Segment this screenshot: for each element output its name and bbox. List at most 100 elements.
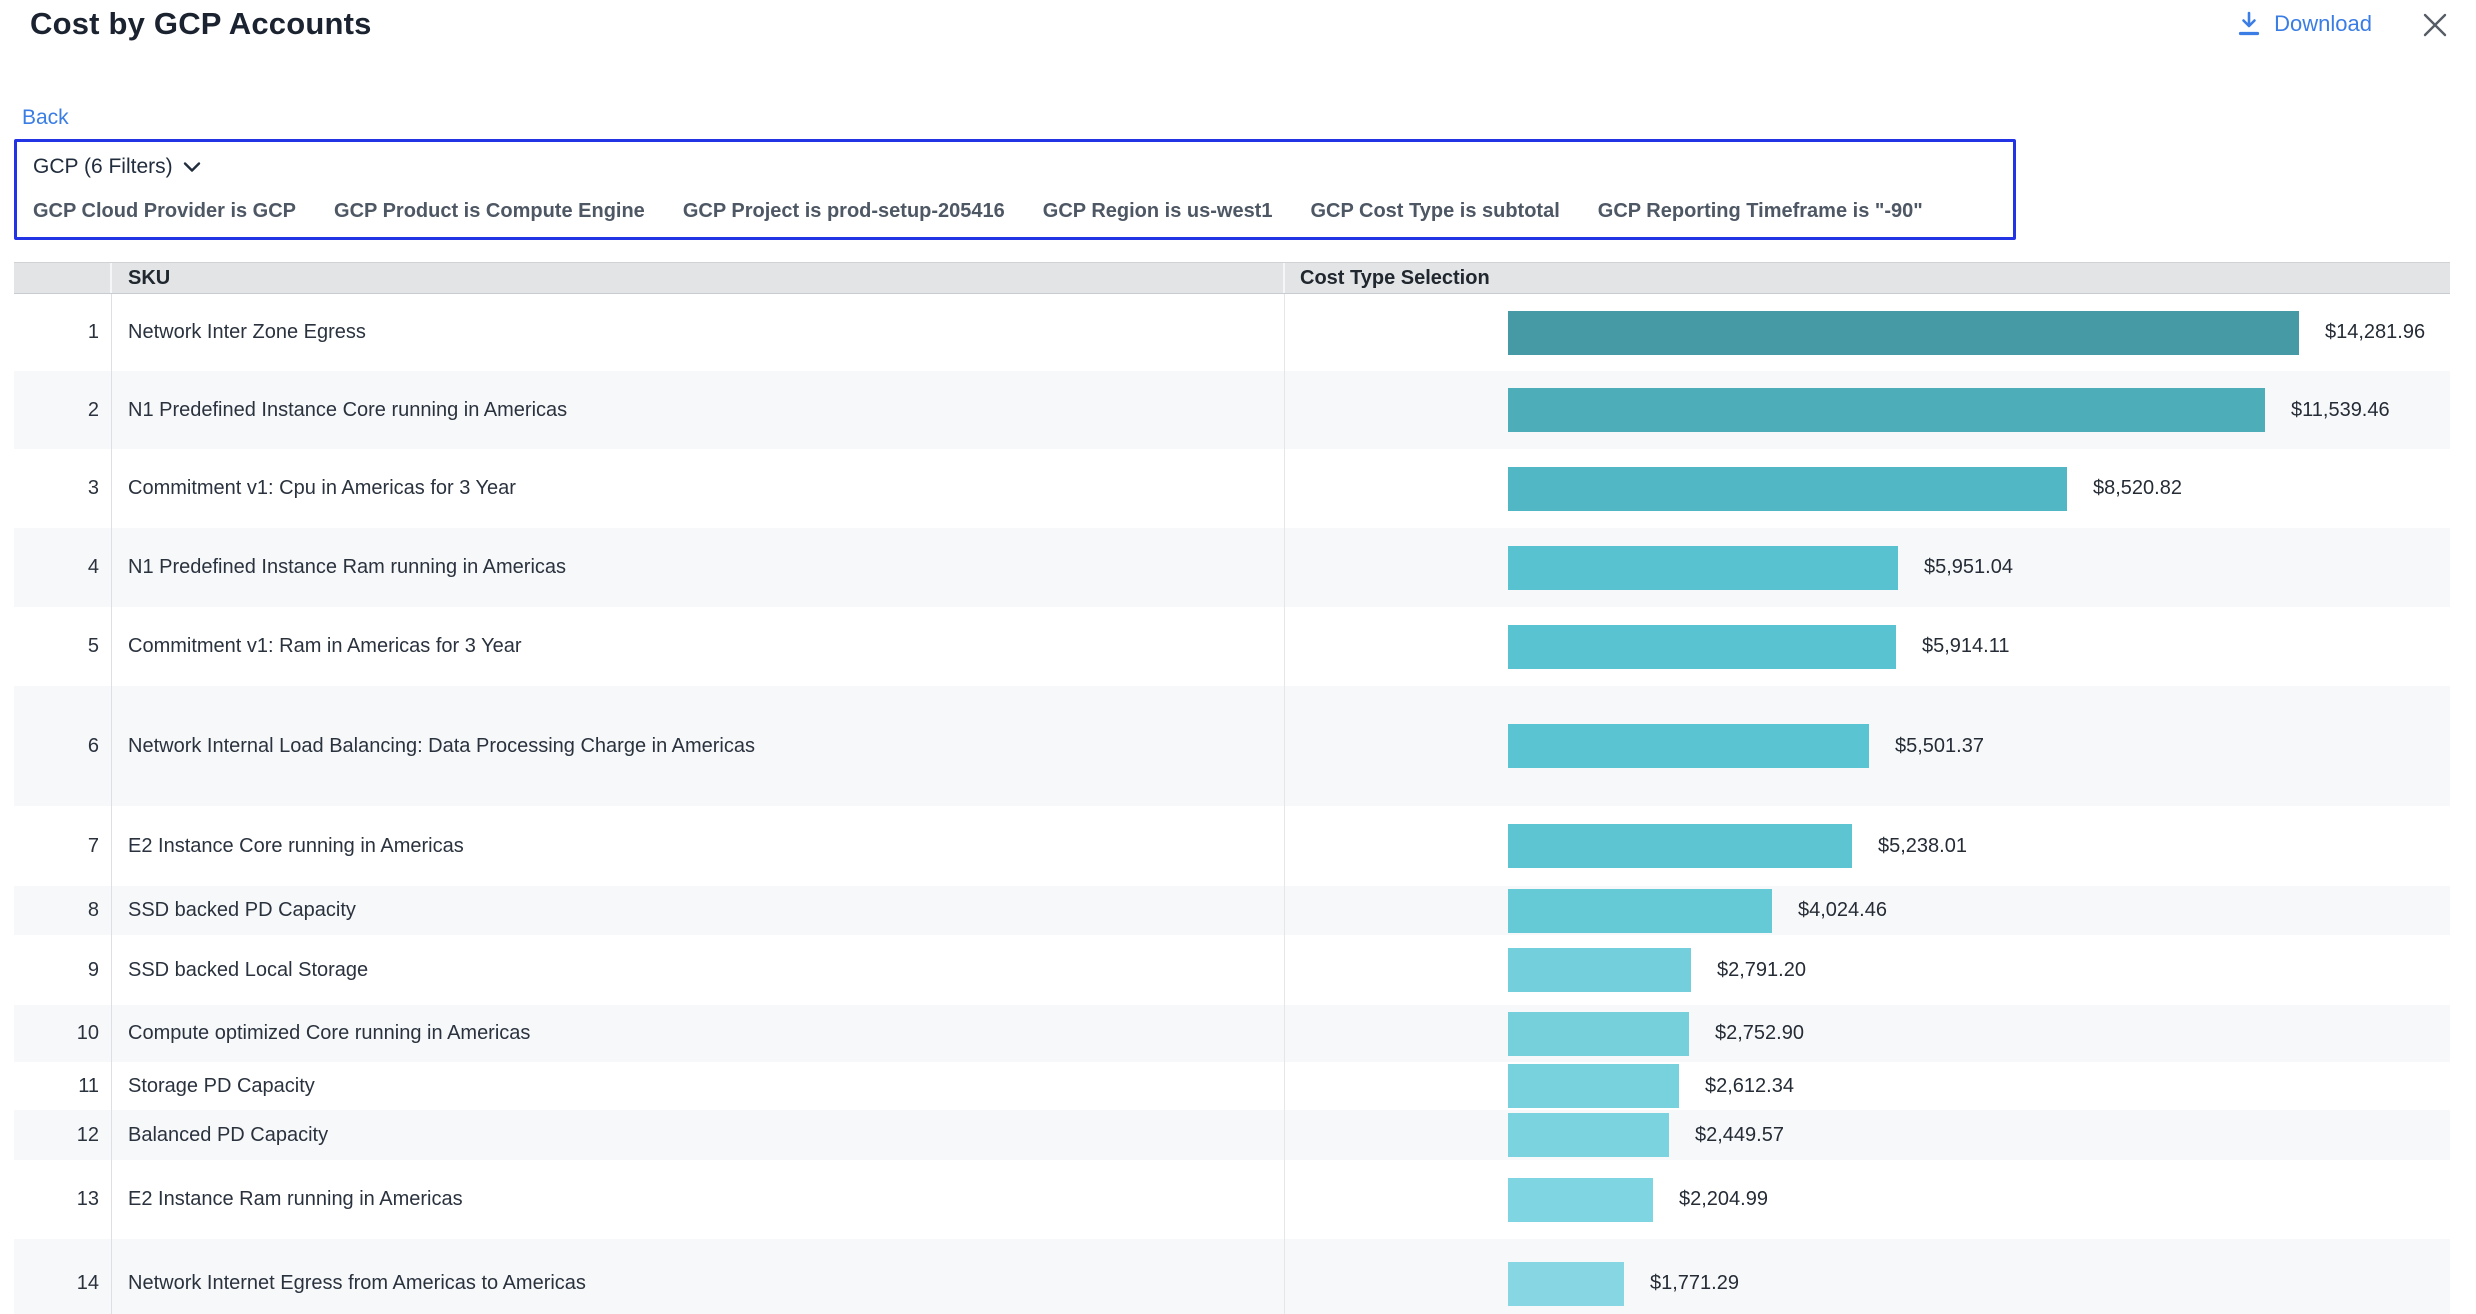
cost-chart-cell: $2,752.90 (1285, 1005, 2450, 1062)
cost-value-label: $2,752.90 (1715, 1022, 1804, 1045)
cost-table: SKU Cost Type Selection 1Network Inter Z… (14, 262, 2450, 1314)
sku-cell: SSD backed PD Capacity (112, 886, 1285, 935)
cost-bar (1508, 724, 1869, 768)
cost-chart-cell: $5,238.01 (1285, 806, 2450, 886)
cost-bar (1508, 889, 1772, 933)
cost-chart-cell: $5,501.37 (1285, 686, 2450, 806)
row-number-column-header (14, 263, 112, 293)
filter-item-5[interactable]: GCP Reporting Timeframe is "-90" (1598, 200, 1923, 223)
row-number: 5 (14, 607, 112, 686)
cost-value-label: $2,791.20 (1717, 959, 1806, 982)
row-number: 14 (14, 1239, 112, 1314)
table-row: 14Network Internet Egress from Americas … (14, 1239, 2450, 1314)
cost-value-label: $8,520.82 (2093, 477, 2182, 500)
filter-item-2[interactable]: GCP Project is prod-setup-205416 (683, 200, 1005, 223)
table-body: 1Network Inter Zone Egress$14,281.962N1 … (14, 294, 2450, 1314)
cost-chart-cell: $2,204.99 (1285, 1160, 2450, 1239)
cost-value-label: $5,238.01 (1878, 835, 1967, 858)
download-icon (2236, 10, 2262, 37)
table-row: 4N1 Predefined Instance Ram running in A… (14, 528, 2450, 607)
filter-item-1[interactable]: GCP Product is Compute Engine (334, 200, 645, 223)
row-number: 13 (14, 1160, 112, 1239)
row-number: 6 (14, 686, 112, 806)
cost-chart-cell: $2,791.20 (1285, 935, 2450, 1005)
sku-cell: Network Inter Zone Egress (112, 294, 1285, 371)
cost-value-label: $5,951.04 (1924, 556, 2013, 579)
cost-bar (1508, 948, 1691, 992)
cost-value-label: $2,204.99 (1679, 1188, 1768, 1211)
download-button[interactable]: Download (2236, 10, 2372, 37)
row-number: 9 (14, 935, 112, 1005)
table-row: 6Network Internal Load Balancing: Data P… (14, 686, 2450, 806)
row-number: 2 (14, 371, 112, 449)
row-number: 7 (14, 806, 112, 886)
sku-cell: E2 Instance Ram running in Americas (112, 1160, 1285, 1239)
table-row: 13E2 Instance Ram running in Americas $2,… (14, 1160, 2450, 1239)
table-header-row: SKU Cost Type Selection (14, 262, 2450, 294)
page-title: Cost by GCP Accounts (30, 6, 372, 42)
cost-chart-cell: $4,024.46 (1285, 886, 2450, 935)
row-number: 12 (14, 1110, 112, 1160)
row-number: 11 (14, 1062, 112, 1110)
sku-cell: Network Internet Egress from Americas to… (112, 1239, 1285, 1314)
cost-bar (1508, 824, 1852, 868)
cost-value-label: $4,024.46 (1798, 899, 1887, 922)
close-icon[interactable] (2420, 10, 2450, 40)
filter-group-toggle[interactable]: GCP (6 Filters) (33, 155, 201, 179)
row-number: 1 (14, 294, 112, 371)
sku-column-header[interactable]: SKU (112, 263, 1285, 293)
cost-chart-cell: $5,951.04 (1285, 528, 2450, 607)
download-label: Download (2274, 11, 2372, 37)
cost-value-label: $2,449.57 (1695, 1124, 1784, 1147)
chevron-down-icon (183, 161, 201, 173)
sku-cell: Commitment v1: Ram in Americas for 3 Yea… (112, 607, 1285, 686)
filter-item-0[interactable]: GCP Cloud Provider is GCP (33, 200, 296, 223)
cost-value-label: $11,539.46 (2291, 399, 2390, 422)
cost-chart-cell: $5,914.11 (1285, 607, 2450, 686)
sku-cell: N1 Predefined Instance Ram running in Am… (112, 528, 1285, 607)
cost-bar (1508, 1113, 1669, 1157)
cost-bar (1508, 625, 1896, 669)
cost-bar (1508, 311, 2299, 355)
cost-chart-cell: $1,771.29 (1285, 1239, 2450, 1314)
table-row: 8SSD backed PD Capacity $4,024.46 (14, 886, 2450, 935)
sku-cell: Balanced PD Capacity (112, 1110, 1285, 1160)
cost-bar (1508, 546, 1898, 590)
cost-bar (1508, 1262, 1624, 1306)
cost-chart-cell: $8,520.82 (1285, 449, 2450, 528)
filter-panel: GCP (6 Filters) GCP Cloud Provider is GC… (14, 139, 2016, 240)
sku-cell: N1 Predefined Instance Core running in A… (112, 371, 1285, 449)
table-row: 3Commitment v1: Cpu in Americas for 3 Ye… (14, 449, 2450, 528)
cost-value-label: $14,281.96 (2325, 321, 2425, 344)
cost-bar (1508, 388, 2265, 432)
table-row: 12Balanced PD Capacity $2,449.57 (14, 1110, 2450, 1160)
sku-cell: Commitment v1: Cpu in Americas for 3 Yea… (112, 449, 1285, 528)
filter-group-label: GCP (6 Filters) (33, 155, 173, 179)
filter-item-list: GCP Cloud Provider is GCP GCP Product is … (33, 200, 1997, 223)
cost-value-label: $5,501.37 (1895, 735, 1984, 758)
row-number: 4 (14, 528, 112, 607)
cost-bar (1508, 467, 2067, 511)
filter-item-4[interactable]: GCP Cost Type is subtotal (1310, 200, 1559, 223)
cost-value-label: $5,914.11 (1922, 635, 2010, 658)
row-number: 8 (14, 886, 112, 935)
sku-cell: E2 Instance Core running in Americas (112, 806, 1285, 886)
table-row: 5Commitment v1: Ram in Americas for 3 Ye… (14, 607, 2450, 686)
cost-chart-cell: $14,281.96 (1285, 294, 2450, 371)
row-number: 3 (14, 449, 112, 528)
table-row: 10Compute optimized Core running in Amer… (14, 1005, 2450, 1062)
cost-value-label: $1,771.29 (1650, 1272, 1739, 1295)
cost-bar (1508, 1012, 1689, 1056)
table-row: 1Network Inter Zone Egress $14,281.96 (14, 294, 2450, 371)
cost-type-selection-column-header[interactable]: Cost Type Selection (1285, 263, 2450, 293)
back-link[interactable]: Back (22, 106, 69, 130)
cost-value-label: $2,612.34 (1705, 1075, 1794, 1098)
cost-chart-cell: $11,539.46 (1285, 371, 2450, 449)
cost-bar (1508, 1178, 1653, 1222)
row-number: 10 (14, 1005, 112, 1062)
cost-chart-cell: $2,449.57 (1285, 1110, 2450, 1160)
sku-cell: SSD backed Local Storage (112, 935, 1285, 1005)
filter-item-3[interactable]: GCP Region is us-west1 (1043, 200, 1273, 223)
table-row: 11Storage PD Capacity$2,612.34 (14, 1062, 2450, 1110)
sku-cell: Compute optimized Core running in Americ… (112, 1005, 1285, 1062)
